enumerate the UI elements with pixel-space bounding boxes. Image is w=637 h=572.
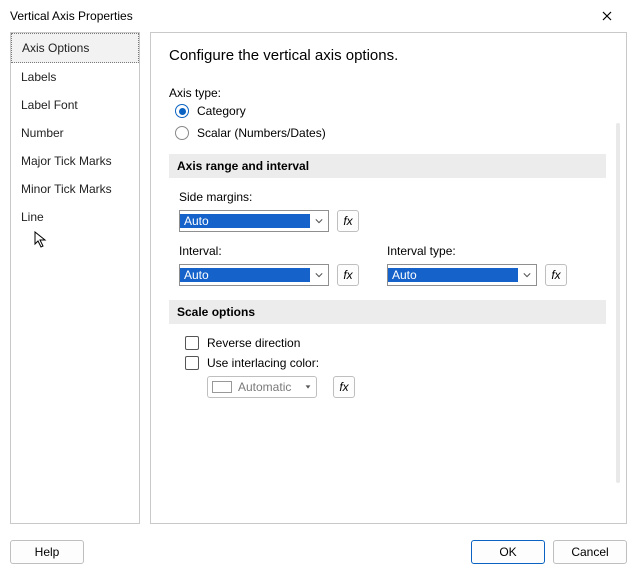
checkbox-label: Use interlacing color: (207, 356, 319, 370)
fx-button-interval[interactable]: fx (337, 264, 359, 286)
interval-type-dropdown[interactable]: Auto (387, 264, 537, 286)
radio-label: Category (197, 104, 246, 118)
sidebar-item-label: Label Font (21, 98, 78, 112)
sidebar-item-major-tick-marks[interactable]: Major Tick Marks (11, 147, 139, 175)
chevron-down-icon (310, 217, 328, 225)
radio-icon (175, 126, 189, 140)
section-axis-range: Axis range and interval (169, 154, 606, 178)
sidebar-item-label-font[interactable]: Label Font (11, 91, 139, 119)
close-button[interactable] (585, 2, 629, 30)
sidebar-item-line[interactable]: Line (11, 203, 139, 231)
sidebar-item-label: Minor Tick Marks (21, 182, 112, 196)
cancel-button[interactable]: Cancel (553, 540, 627, 564)
sidebar-item-label: Axis Options (22, 41, 89, 55)
color-swatch-icon (212, 381, 232, 393)
titlebar: Vertical Axis Properties (0, 0, 637, 32)
ok-button[interactable]: OK (471, 540, 545, 564)
fx-button-interlacing-color[interactable]: fx (333, 376, 355, 398)
sidebar-item-axis-options[interactable]: Axis Options (11, 33, 139, 63)
panel-heading: Configure the vertical axis options. (169, 47, 606, 64)
radio-icon (175, 104, 189, 118)
dropdown-value: Automatic (238, 380, 291, 394)
sidebar-item-number[interactable]: Number (11, 119, 139, 147)
axis-type-label: Axis type: (169, 86, 606, 100)
close-icon (602, 11, 612, 21)
interval-type-label: Interval type: (387, 244, 567, 258)
checkbox-icon (185, 336, 199, 350)
sidebar-item-label: Number (21, 126, 64, 140)
fx-button-interval-type[interactable]: fx (545, 264, 567, 286)
dropdown-value: Auto (180, 268, 310, 282)
checkbox-icon (185, 356, 199, 370)
dialog-footer: Help OK Cancel (0, 532, 637, 572)
radio-category[interactable]: Category (175, 104, 606, 118)
sidebar-item-label: Line (21, 210, 44, 224)
interval-dropdown[interactable]: Auto (179, 264, 329, 286)
fx-button-side-margins[interactable]: fx (337, 210, 359, 232)
dialog-window: Vertical Axis Properties Axis Options La… (0, 0, 637, 572)
interlacing-color-checkbox[interactable]: Use interlacing color: (185, 356, 606, 370)
chevron-down-icon (310, 271, 328, 279)
caret-down-icon (304, 380, 312, 394)
sidebar: Axis Options Labels Label Font Number Ma… (10, 32, 140, 524)
help-button[interactable]: Help (10, 540, 84, 564)
interval-label: Interval: (179, 244, 359, 258)
dialog-body: Axis Options Labels Label Font Number Ma… (0, 32, 637, 532)
main-panel: Configure the vertical axis options. Axi… (150, 32, 627, 524)
dropdown-value: Auto (388, 268, 518, 282)
scrollbar[interactable] (616, 123, 620, 483)
dropdown-value: Auto (180, 214, 310, 228)
section-scale-options: Scale options (169, 300, 606, 324)
radio-scalar[interactable]: Scalar (Numbers/Dates) (175, 126, 606, 140)
window-title: Vertical Axis Properties (10, 9, 585, 23)
sidebar-item-label: Major Tick Marks (21, 154, 112, 168)
checkbox-label: Reverse direction (207, 336, 300, 350)
reverse-direction-checkbox[interactable]: Reverse direction (185, 336, 606, 350)
chevron-down-icon (518, 271, 536, 279)
side-margins-label: Side margins: (179, 190, 606, 204)
interlacing-color-dropdown[interactable]: Automatic (207, 376, 317, 398)
sidebar-item-labels[interactable]: Labels (11, 63, 139, 91)
sidebar-item-minor-tick-marks[interactable]: Minor Tick Marks (11, 175, 139, 203)
sidebar-item-label: Labels (21, 70, 56, 84)
radio-label: Scalar (Numbers/Dates) (197, 126, 326, 140)
side-margins-dropdown[interactable]: Auto (179, 210, 329, 232)
